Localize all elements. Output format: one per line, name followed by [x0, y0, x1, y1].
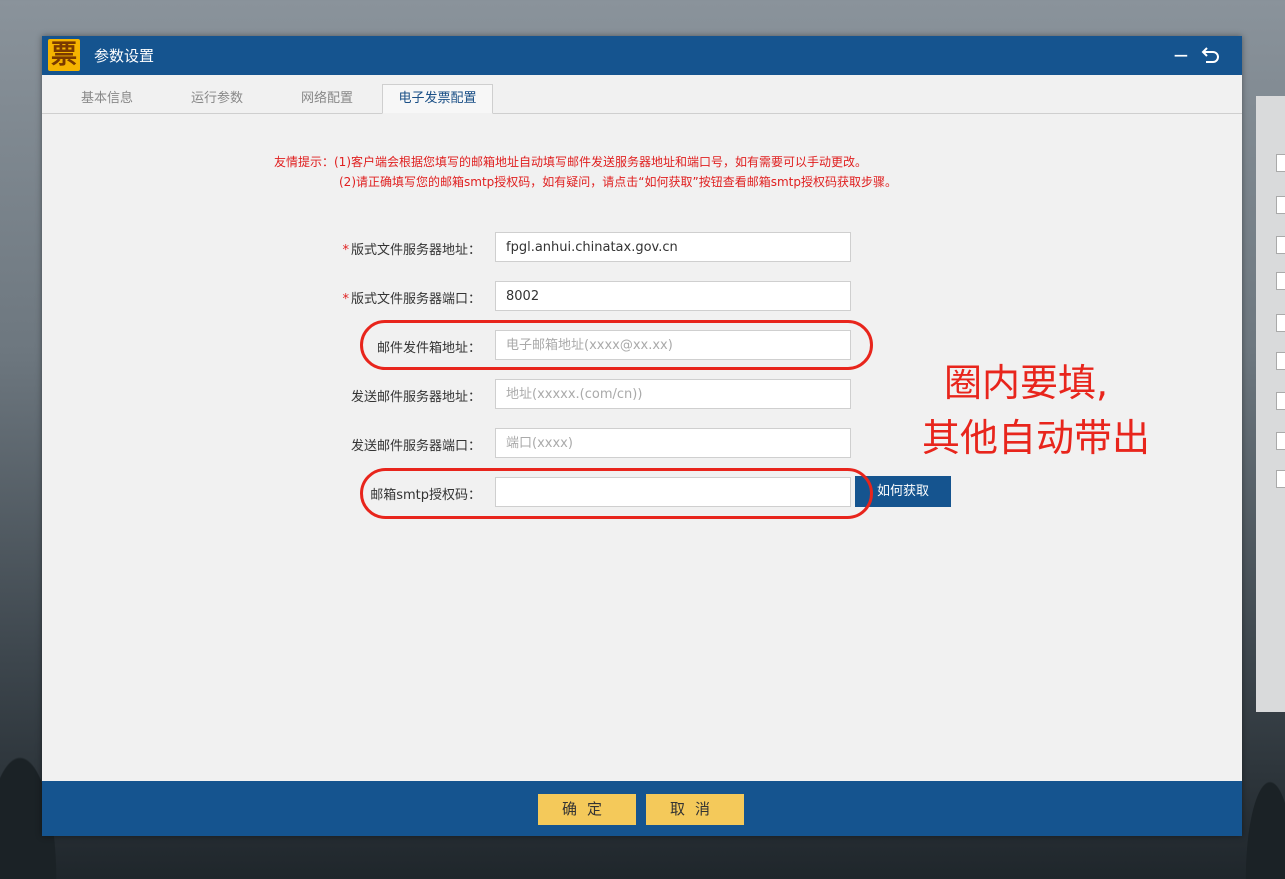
- cancel-button[interactable]: 取消: [646, 794, 744, 825]
- tab-e-invoice-config[interactable]: 电子发票配置: [382, 84, 493, 114]
- notice-line-1: 友情提示：(1)客户端会根据您填写的邮箱地址自动填写邮件发送服务器地址和端口号，…: [274, 155, 868, 169]
- annotation-line-1: 圈内要填,: [944, 361, 1109, 405]
- back-icon[interactable]: [1198, 42, 1224, 68]
- server-address-input[interactable]: [495, 232, 851, 262]
- desktop-file-icon[interactable]: [1276, 272, 1285, 290]
- required-mark: *: [342, 292, 349, 307]
- server-address-label: * 版式文件服务器地址：: [342, 243, 481, 258]
- highlight-circle: [360, 468, 873, 519]
- desktop-file-icon[interactable]: [1276, 314, 1285, 332]
- smtp-port-label: 发送邮件服务器端口：: [350, 439, 481, 454]
- highlight-circle: [360, 320, 873, 370]
- tab-bar: 基本信息 运行参数 网络配置 电子发票配置: [42, 75, 1242, 114]
- smtp-port-input[interactable]: [495, 428, 851, 458]
- desktop-file-icon[interactable]: [1276, 432, 1285, 450]
- desktop-file-icon[interactable]: [1276, 196, 1285, 214]
- confirm-button[interactable]: 确定: [538, 794, 636, 825]
- smtp-address-input[interactable]: [495, 379, 851, 409]
- title-bar: 票 参数设置 −: [42, 36, 1242, 75]
- notice-line-2: (2)请正确填写您的邮箱smtp授权码，如有疑问，请点击“如何获取”按钮查看邮箱…: [339, 175, 897, 189]
- desktop-file-icon[interactable]: [1276, 236, 1285, 254]
- server-port-input[interactable]: [495, 281, 851, 311]
- annotation-line-2: 其他自动带出: [922, 416, 1151, 460]
- smtp-address-label: 发送邮件服务器地址：: [350, 390, 481, 405]
- desktop-file-icon[interactable]: [1276, 392, 1285, 410]
- tab-basic-info[interactable]: 基本信息: [62, 85, 152, 113]
- tab-run-params[interactable]: 运行参数: [172, 85, 262, 113]
- desktop-file-icon[interactable]: [1276, 154, 1285, 172]
- server-port-label: * 版式文件服务器端口：: [342, 292, 481, 307]
- desktop-file-icon[interactable]: [1276, 352, 1285, 370]
- footer-bar: 确定 取消: [42, 781, 1242, 836]
- window-title: 参数设置: [94, 47, 155, 65]
- minimize-icon[interactable]: −: [1168, 42, 1194, 68]
- tab-network-config[interactable]: 网络配置: [282, 85, 372, 113]
- desktop-file-icon[interactable]: [1276, 470, 1285, 488]
- app-logo-icon: 票: [48, 39, 80, 71]
- required-mark: *: [342, 243, 349, 258]
